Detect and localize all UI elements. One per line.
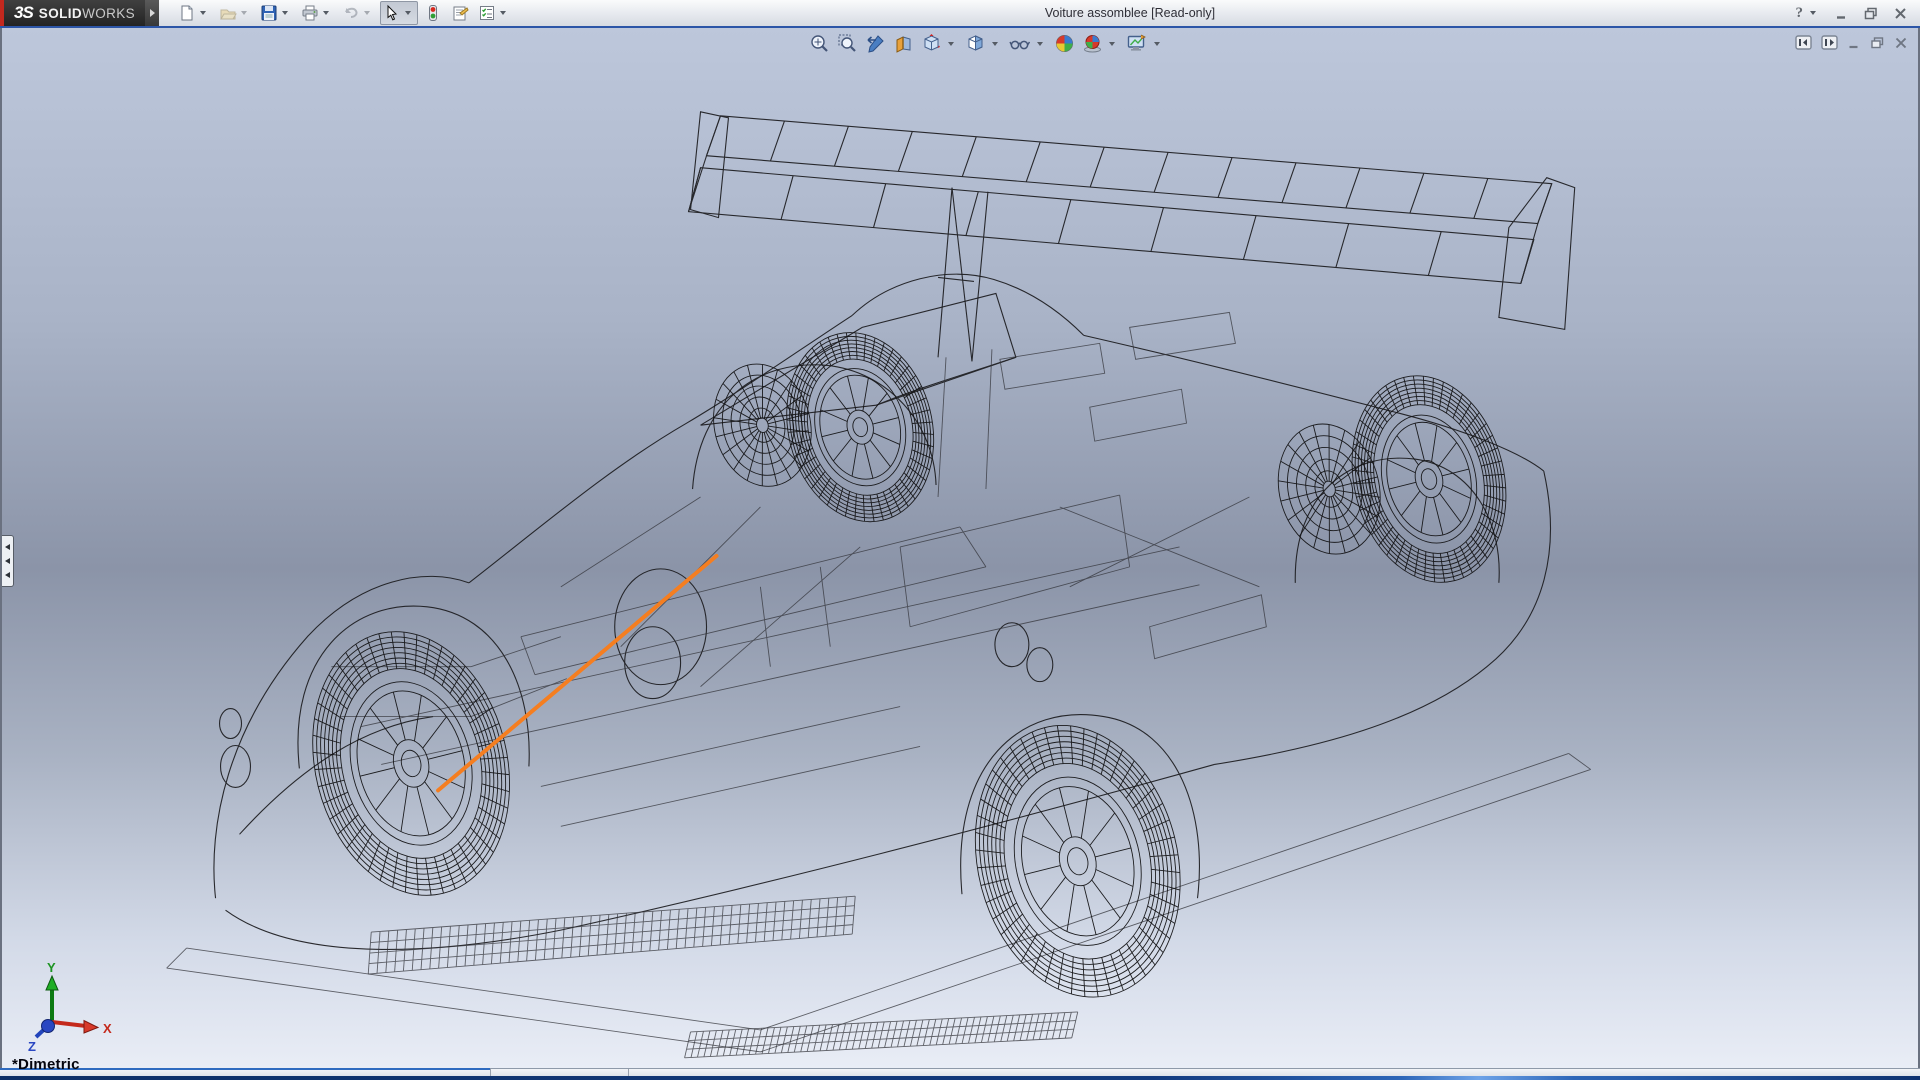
- minimize-button[interactable]: [1834, 6, 1849, 21]
- doc-close-button[interactable]: [1894, 36, 1908, 50]
- headsup-view-toolbar: [808, 32, 1165, 55]
- view-orientation-icon: [921, 33, 942, 54]
- chevron-down-icon[interactable]: [1154, 42, 1160, 46]
- chevron-down-icon[interactable]: [200, 11, 206, 15]
- close-button[interactable]: [1893, 6, 1908, 21]
- edit-appearance-button[interactable]: [1053, 32, 1076, 55]
- view-settings-button[interactable]: [1125, 32, 1165, 55]
- section-view-button[interactable]: [892, 32, 915, 55]
- glasses-icon: [1009, 33, 1031, 54]
- save-button[interactable]: [257, 1, 295, 25]
- zoom-to-area-icon: [837, 33, 858, 54]
- display-style-button[interactable]: [964, 32, 1003, 55]
- title-bar: 3S SOLIDWORKS: [0, 0, 1920, 28]
- chevron-down-icon[interactable]: [364, 11, 370, 15]
- brand-mark: 3S: [14, 3, 33, 23]
- chevron-down-icon[interactable]: [992, 42, 998, 46]
- chevron-down-icon[interactable]: [1037, 42, 1043, 46]
- window-bottom-edge: [0, 1076, 1920, 1080]
- restore-button[interactable]: [1863, 6, 1879, 21]
- options-button[interactable]: [475, 1, 513, 25]
- status-separator: [490, 1069, 491, 1076]
- expand-pane-right-button[interactable]: [1821, 35, 1838, 50]
- rebuild-button[interactable]: [421, 1, 445, 25]
- options-icon: [478, 4, 496, 22]
- doc-restore-button[interactable]: [1870, 36, 1885, 50]
- chevron-left-icon: [5, 572, 10, 578]
- help-button[interactable]: ?: [1796, 5, 1821, 22]
- print-button[interactable]: [298, 1, 336, 25]
- wheel-rear-left[interactable]: [948, 703, 1208, 1019]
- status-separator: [628, 1069, 629, 1076]
- chevron-down-icon[interactable]: [405, 11, 411, 15]
- brand-name-bold: SOLID: [39, 6, 82, 21]
- file-properties-icon: [451, 4, 469, 22]
- brake-disc-rear-right[interactable]: [1265, 413, 1394, 565]
- hide-show-items-button[interactable]: [1008, 32, 1048, 55]
- chevron-down-icon[interactable]: [500, 11, 506, 15]
- document-window-controls: [1795, 35, 1908, 50]
- wheel-front-left[interactable]: [286, 611, 537, 917]
- graphics-area[interactable]: Y X Z: [0, 28, 1920, 1068]
- chevron-down-icon[interactable]: [282, 11, 288, 15]
- undo-button[interactable]: [339, 1, 377, 25]
- apply-scene-button[interactable]: [1081, 32, 1120, 55]
- doc-minimize-button[interactable]: [1847, 36, 1861, 50]
- collapse-pane-left-button[interactable]: [1795, 35, 1812, 50]
- zoom-to-area-button[interactable]: [836, 32, 859, 55]
- wireframe-model[interactable]: [2, 28, 1918, 1066]
- chevron-down-icon[interactable]: [241, 11, 247, 15]
- solidworks-logo[interactable]: 3S SOLIDWORKS: [0, 0, 145, 26]
- previous-view-button[interactable]: [864, 32, 887, 55]
- view-orientation-button[interactable]: [920, 32, 959, 55]
- front-grill-mesh: [368, 896, 855, 974]
- zoom-to-fit-icon: [809, 33, 830, 54]
- wheel-front-right[interactable]: [767, 317, 953, 538]
- standard-toolbar: [175, 1, 513, 25]
- new-document-button[interactable]: [175, 1, 213, 25]
- previous-view-icon: [865, 33, 886, 54]
- triad-x-label: X: [103, 1021, 112, 1036]
- traffic-light-icon: [424, 4, 442, 22]
- file-properties-button[interactable]: [448, 1, 472, 25]
- rear-wing[interactable]: [689, 112, 1575, 361]
- chevron-left-icon: [5, 558, 10, 564]
- view-orientation-label: *Dimetric: [12, 1056, 80, 1073]
- floor-edge-mesh: [685, 1012, 1078, 1058]
- print-icon: [301, 4, 319, 22]
- open-icon: [219, 4, 237, 22]
- undo-icon: [342, 4, 360, 22]
- zoom-to-fit-button[interactable]: [808, 32, 831, 55]
- solidworks-window: 3S SOLIDWORKS: [0, 0, 1920, 1080]
- view-settings-icon: [1126, 33, 1148, 54]
- select-cursor-icon: [383, 4, 401, 22]
- section-view-icon: [893, 33, 914, 54]
- orientation-triad: Y X Z: [6, 958, 136, 1058]
- chevron-down-icon[interactable]: [1109, 42, 1115, 46]
- chevron-down-icon[interactable]: [948, 42, 954, 46]
- chevron-down-icon[interactable]: [323, 11, 329, 15]
- app-window-controls: ?: [1796, 5, 1920, 22]
- chevron-down-icon: [1810, 11, 1816, 15]
- selected-edge-highlight[interactable]: [438, 556, 716, 791]
- appearance-ball-icon: [1054, 33, 1075, 54]
- apply-scene-icon: [1082, 33, 1103, 54]
- status-bar: [0, 1068, 1920, 1076]
- new-document-icon: [178, 4, 196, 22]
- triad-y-label: Y: [47, 960, 56, 975]
- chevron-right-icon: [150, 9, 155, 17]
- select-button[interactable]: [380, 1, 418, 25]
- feature-panel-collapse-tab[interactable]: [2, 535, 14, 587]
- save-icon: [260, 4, 278, 22]
- menu-expand-button[interactable]: [145, 0, 159, 26]
- display-style-icon: [965, 33, 986, 54]
- open-button[interactable]: [216, 1, 254, 25]
- brand-name-light: WORKS: [82, 6, 135, 21]
- chevron-left-icon: [5, 544, 10, 550]
- wheel-rear-right[interactable]: [1331, 359, 1527, 599]
- help-label: ?: [1796, 5, 1804, 22]
- triad-z-label: Z: [28, 1039, 36, 1054]
